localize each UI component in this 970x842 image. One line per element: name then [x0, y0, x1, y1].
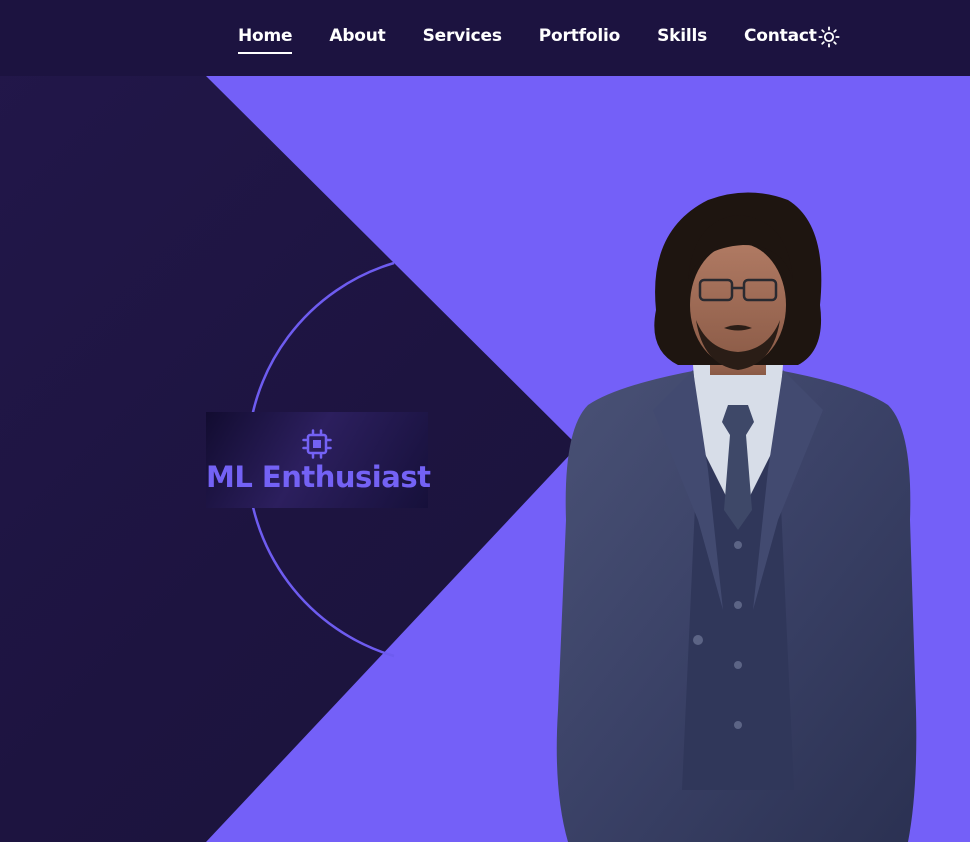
nav-item-about[interactable]: About — [329, 26, 385, 52]
nav-list: Home About Services Portfolio Skills Con… — [238, 26, 854, 54]
page: Home About Services Portfolio Skills Con… — [0, 0, 970, 842]
nav-item-services[interactable]: Services — [423, 26, 502, 52]
nav-item-home[interactable]: Home — [238, 26, 293, 54]
nav-item-skills[interactable]: Skills — [657, 26, 707, 52]
role-badge: ML Enthusiast — [206, 412, 431, 508]
navbar: Home About Services Portfolio Skills Con… — [0, 0, 970, 76]
sun-icon[interactable] — [818, 26, 840, 48]
person-portrait — [556, 192, 917, 842]
nav-item-portfolio[interactable]: Portfolio — [539, 26, 620, 52]
role-title: ML Enthusiast — [206, 460, 431, 494]
cpu-chip-icon — [302, 429, 332, 459]
nav-item-contact[interactable]: Contact — [744, 26, 817, 52]
